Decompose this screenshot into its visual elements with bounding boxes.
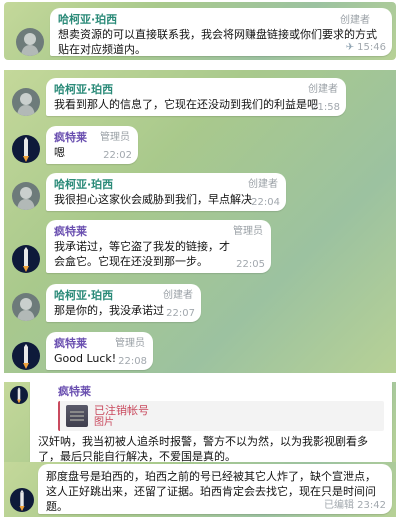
image-thumbnail [66,405,88,427]
avatar-percy[interactable] [12,182,40,210]
statue-avatar-icon [16,28,44,56]
chat-panel-top: 哈柯亚·珀西 创建者 想卖资源的可以直接联系我，我会将网赚盘链接或你们要求的方式… [4,2,396,60]
reply-preview[interactable]: 已注销帐号 图片 [58,401,384,431]
role-badge: 管理员 [100,132,130,143]
chat-panel-bottom: 那度盘号是珀西的，珀西之前的号已经被其它人炸了，缺个宣泄点，这人正好跳出来，还留… [4,462,396,517]
sender-name[interactable]: 哈柯亚·珀西 [58,13,384,27]
statue-avatar-icon [12,182,40,210]
message-bubble[interactable]: 哈柯亚·珀西 创建者 那是你的，我没承诺过 22:07 [46,284,201,322]
role-badge: 创建者 [248,179,278,190]
message-text: 我看到那人的信息了，它现在还没动到我们的利益是吧 [54,98,318,111]
message-bubble[interactable]: 疯特莱 已注销帐号 图片 汉奸呐，我当初被人追杀时报警，警方不以为然，以为我影视… [30,382,392,462]
message-bubble[interactable]: 哈柯亚·珀西 创建者 想卖资源的可以直接联系我，我会将网赚盘链接或你们要求的方式… [50,8,392,56]
rocket-avatar-icon [12,245,40,273]
edited-label: 已编辑 [323,500,354,511]
rocket-avatar-icon [12,342,40,370]
message-meta: 已编辑 23:42 [324,496,386,511]
message-time: 15:46 [357,42,386,53]
message-time: 22:07 [166,308,195,319]
chat-panel-middle: 哈柯亚·珀西 创建者 我看到那人的信息了，它现在还没动到我们的利益是吧 21:5… [4,70,396,373]
message-time: 23:42 [357,500,386,511]
role-badge: 管理员 [115,338,145,349]
sender-name[interactable]: 疯特莱 [54,225,263,239]
role-badge: 创建者 [340,15,370,26]
avatar-fengtelai[interactable] [12,342,40,370]
avatar-percy[interactable] [12,88,40,116]
avatar-percy[interactable] [12,293,40,321]
message-time: 22:02 [103,150,132,161]
rocket-avatar-icon [10,386,28,404]
avatar-fengtelai[interactable] [12,245,40,273]
sender-name[interactable]: 哈柯亚·珀西 [54,83,338,97]
statue-avatar-icon [12,293,40,321]
reply-type: 图片 [94,416,114,428]
message-time: 22:04 [251,197,280,208]
statue-avatar-icon [12,88,40,116]
reply-author: 已注销帐号 [94,403,149,417]
pin-icon: ✈ [345,42,354,53]
avatar-fengtelai[interactable] [10,386,28,404]
avatar-percy[interactable] [16,28,44,56]
message-text: 我承诺过，等它盗了我发的链接，才会盒它。它现在还没到那一步。 [54,240,230,268]
avatar-fengtelai[interactable] [10,488,34,512]
message-text: 汉奸呐，我当初被人追杀时报警，警方不以为然，以为我影视剧看多了，最后只能自行解决… [38,435,368,462]
message-bubble[interactable]: 那度盘号是珀西的，珀西之前的号已经被其它人炸了，缺个宣泄点，这人正好跳出来，还留… [38,464,392,514]
message-bubble[interactable]: 疯特莱 管理员 我承诺过，等它盗了我发的链接，才会盒它。它现在还没到那一步。 2… [46,220,271,273]
sender-name[interactable]: 哈柯亚·珀西 [54,178,278,192]
message-time: 22:05 [236,259,265,270]
role-badge: 创建者 [308,84,338,95]
message-meta: ✈ 15:46 [346,42,386,53]
chat-panel-reply: 疯特莱 已注销帐号 图片 汉奸呐，我当初被人追杀时报警，警方不以为然，以为我影视… [4,382,396,462]
role-badge: 管理员 [233,226,263,237]
rocket-avatar-icon [12,135,40,163]
message-bubble[interactable]: 哈柯亚·珀西 创建者 我看到那人的信息了，它现在还没动到我们的利益是吧 21:5… [46,78,346,116]
sender-name[interactable]: 疯特莱 [58,385,384,399]
message-time: 22:08 [118,356,147,367]
message-text: 我很担心这家伙会威胁到我们，早点解决 [54,193,252,206]
message-text: 想卖资源的可以直接联系我，我会将网赚盘链接或你们要求的方式贴在对应频道内。 [58,28,377,56]
role-badge: 创建者 [163,290,193,301]
message-bubble[interactable]: 疯特莱 管理员 Good Luck! 22:08 [46,332,153,370]
message-time: 21:58 [311,102,340,113]
message-bubble[interactable]: 哈柯亚·珀西 创建者 我很担心这家伙会威胁到我们，早点解决 22:04 [46,173,286,211]
avatar-fengtelai[interactable] [12,135,40,163]
rocket-avatar-icon [10,488,34,512]
message-bubble[interactable]: 疯特莱 管理员 嗯 22:02 [46,126,138,164]
